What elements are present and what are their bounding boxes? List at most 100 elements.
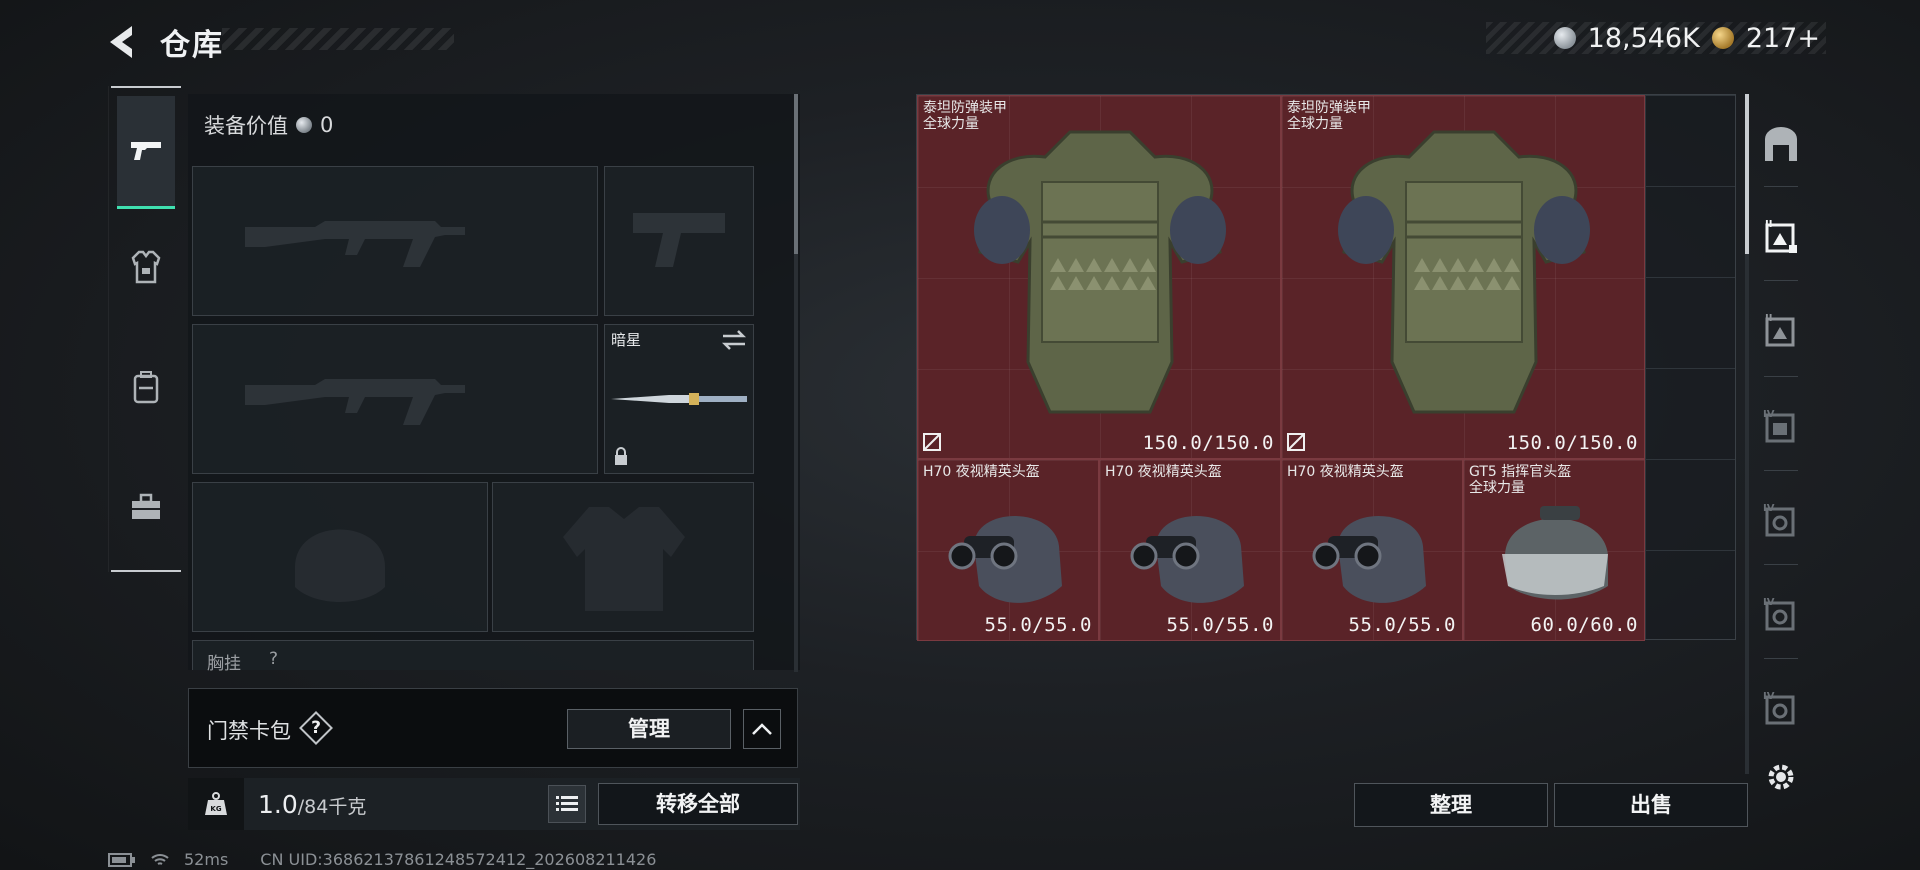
sidebar-separator (1764, 470, 1798, 471)
tab-weapons[interactable] (117, 96, 175, 209)
stash-item-armor-2[interactable]: 泰坦防弹装甲 全球力量 150.0/150.0 (1281, 95, 1645, 459)
swap-icon[interactable] (721, 329, 747, 351)
sidebar-separator (1764, 280, 1798, 281)
stash-page-icon: IV (1763, 503, 1795, 537)
tabs-bottom-line (111, 570, 181, 572)
help-button[interactable]: ? (299, 711, 333, 745)
stash-page-icon: II (1765, 313, 1795, 347)
silver-currency-value: 18,546K (1587, 22, 1700, 54)
weight-max: /84千克 (297, 796, 367, 818)
stash-page-main[interactable] (1756, 120, 1806, 170)
sell-button[interactable]: 出售 (1554, 783, 1748, 827)
stash-grid: 泰坦防弹装甲 全球力量 150.0/150.0 泰坦防弹装甲 全球力量 150.… (916, 94, 1736, 641)
currency-bar: 18,546K 217+ (1486, 22, 1826, 54)
sidebar-separator (1764, 564, 1798, 565)
list-view-button[interactable] (548, 785, 586, 823)
stash-page-5[interactable]: IV (1756, 496, 1806, 546)
chevron-up-icon (752, 723, 772, 735)
item-durability: 55.0/55.0 (1348, 614, 1456, 636)
stash-item-helmet-3[interactable]: H70 夜视精英头盔 55.0/55.0 (1281, 459, 1463, 641)
silver-coin-icon (1553, 27, 1576, 49)
sort-button[interactable]: 整理 (1354, 783, 1548, 827)
primary-weapon-slot[interactable] (192, 166, 598, 316)
stash-item-armor-1[interactable]: 泰坦防弹装甲 全球力量 150.0/150.0 (917, 95, 1281, 459)
loadout-panel: 装备价值 0 暗星 胸挂 ? (188, 94, 800, 674)
armor-icon (131, 250, 161, 284)
helmet-silhouette-icon (295, 529, 385, 602)
wifi-icon (151, 853, 169, 865)
svg-text:KG: KG (210, 805, 221, 813)
item-name: H70 夜视精英头盔 (1287, 464, 1404, 480)
pistol-slot[interactable] (604, 166, 754, 316)
weight-icon-box: KG (188, 778, 244, 830)
item-durability: 55.0/55.0 (1166, 614, 1274, 636)
equip-value-amount: 0 (320, 113, 334, 137)
sidebar-separator (1764, 376, 1798, 377)
stash-page-icon: IV (1763, 691, 1795, 725)
item-durability: 150.0/150.0 (1142, 432, 1274, 454)
rifle-silhouette-icon (245, 221, 465, 267)
tab-backpack[interactable] (117, 332, 175, 442)
equip-value-label: 装备价值 (204, 114, 288, 138)
back-arrow-icon (110, 26, 132, 58)
access-card-label: 门禁卡包 (207, 719, 291, 743)
armor-silhouette-icon (563, 507, 685, 611)
weight-current: 1.0 (258, 790, 298, 819)
title-stripe (222, 28, 454, 50)
svg-text:II: II (1765, 219, 1772, 230)
transfer-all-button[interactable]: 转移全部 (598, 783, 798, 825)
item-name: GT5 指挥官头盔 (1469, 464, 1572, 480)
dark-star-knife-icon (611, 393, 747, 405)
help-glyph: ? (311, 718, 321, 738)
svg-text:IV: IV (1763, 503, 1775, 514)
gold-currency-value[interactable]: 217+ (1746, 23, 1820, 54)
access-card-bar: 门禁卡包 ? 管理 (188, 688, 798, 768)
stash-page-2[interactable]: II (1756, 212, 1806, 262)
item-durability: 150.0/150.0 (1506, 432, 1638, 454)
item-name: H70 夜视精英头盔 (923, 464, 1040, 480)
item-name: H70 夜视精英头盔 (1105, 464, 1222, 480)
stash-scroll-thumb[interactable] (1745, 94, 1749, 254)
chest-rig-slot[interactable]: 胸挂 ? (192, 640, 754, 674)
expand-button[interactable] (743, 709, 781, 749)
svg-text:IV: IV (1763, 597, 1775, 608)
pistol-silhouette-icon (633, 213, 725, 267)
tabs-top-line (111, 86, 181, 88)
tab-armor[interactable] (117, 212, 175, 322)
stash-item-helmet-2[interactable]: H70 夜视精英头盔 55.0/55.0 (1099, 459, 1281, 641)
back-button[interactable] (104, 22, 144, 62)
melee-name: 暗星 (611, 331, 642, 349)
sidebar-separator (1764, 658, 1798, 659)
equip-value: 装备价值 0 (204, 110, 333, 140)
helmet-slot[interactable] (192, 482, 488, 632)
stash-item-helmet-1[interactable]: H70 夜视精英头盔 55.0/55.0 (917, 459, 1099, 641)
nv-helmet-icon (1130, 516, 1244, 603)
nv-helmet-icon (948, 516, 1062, 603)
gold-coin-icon (1711, 27, 1734, 49)
svg-text:IV: IV (1763, 691, 1775, 702)
page-title: 仓库 (160, 28, 224, 63)
stash-item-helmet-4[interactable]: GT5 指挥官头盔 全球力量 60.0/60.0 (1463, 459, 1645, 641)
stash-page-active-icon: II (1765, 219, 1797, 253)
body-armor-slot[interactable] (492, 482, 754, 632)
weight-readout: 1.0/84千克 (258, 790, 366, 819)
chest-rig-label: 胸挂 (207, 654, 241, 674)
uid-text: CN UID:368621378612485​72412_20260821142… (260, 850, 657, 869)
stash-page-3[interactable]: II (1756, 306, 1806, 356)
titan-armor-icon (974, 130, 1226, 414)
weight-bar: KG 1.0/84千克 转移全部 (188, 778, 800, 830)
settings-button[interactable] (1756, 752, 1806, 802)
stash-page-4[interactable]: IV (1756, 402, 1806, 452)
secondary-weapon-slot[interactable] (192, 324, 598, 474)
stash-page-6[interactable]: IV (1756, 590, 1806, 640)
backpack-icon (133, 371, 159, 404)
stash-page-7[interactable]: IV (1756, 684, 1806, 734)
ping-value: 52ms (184, 850, 229, 869)
tab-toolbox[interactable] (117, 452, 175, 562)
manage-button[interactable]: 管理 (567, 709, 731, 749)
list-icon (556, 796, 578, 811)
melee-slot[interactable]: 暗星 (604, 324, 754, 474)
loadout-scroll-thumb[interactable] (794, 94, 798, 254)
rifle-silhouette-icon (245, 379, 465, 425)
stash-page-bar: II II IV IV IV IV (1756, 94, 1806, 790)
